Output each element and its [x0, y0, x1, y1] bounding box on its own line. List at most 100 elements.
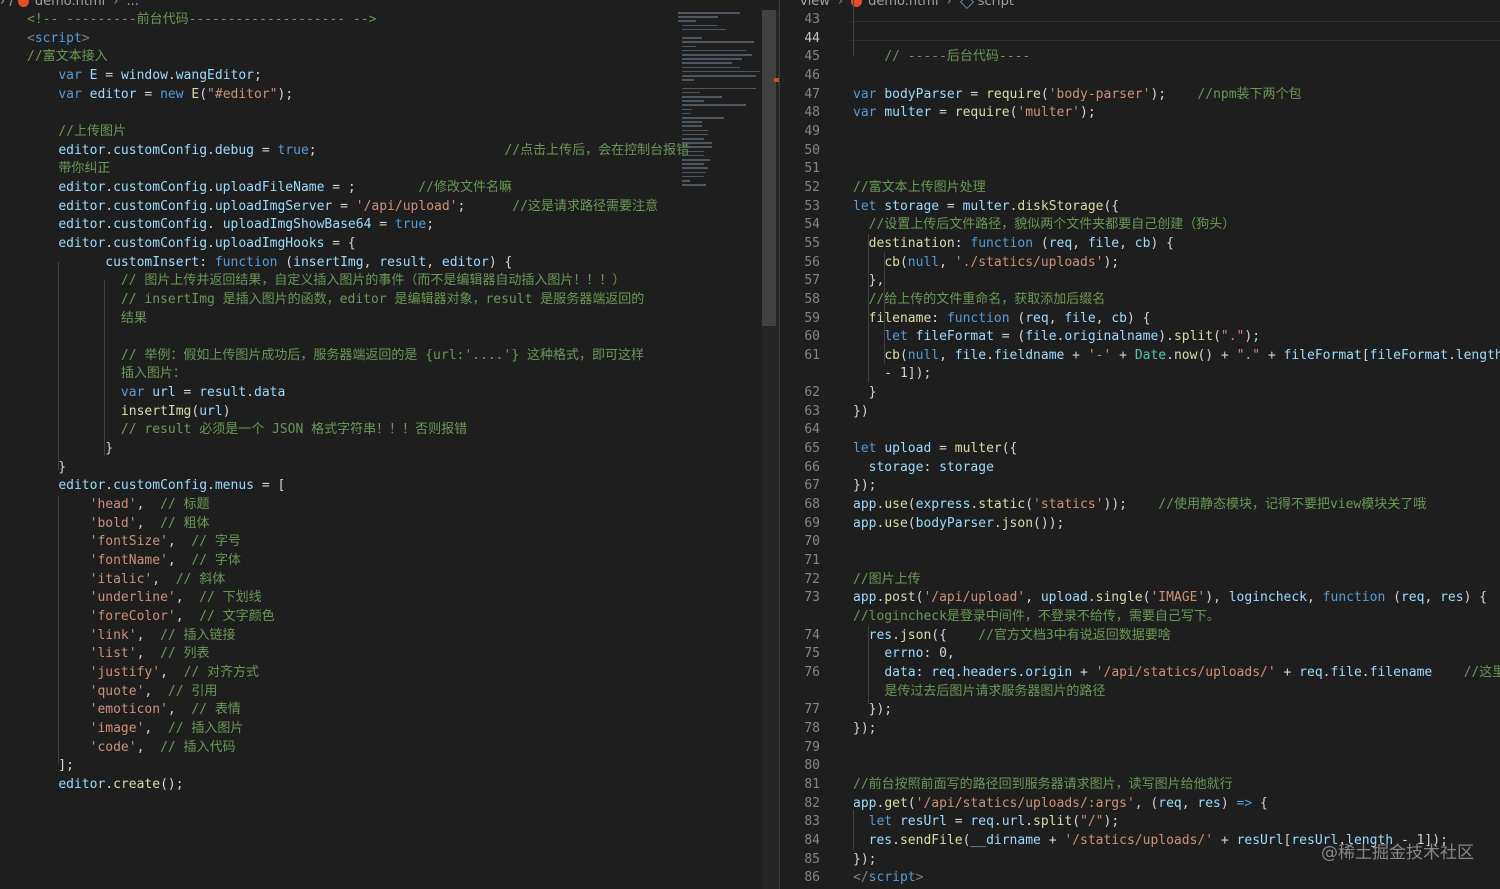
line-number[interactable]: 72 — [780, 571, 820, 590]
line-number[interactable]: 51 — [780, 160, 820, 179]
left-breadcrumb[interactable]: › / demo.html ›... — [0, 0, 139, 9]
code-line[interactable]: editor.customConfig. uploadImgShowBase64… — [0, 216, 762, 235]
code-line[interactable]: //上传图片 — [0, 123, 762, 142]
code-line[interactable]: // 举例：假如上传图片成功后，服务器端返回的是 {url:'....'} 这种… — [0, 347, 762, 366]
code-line[interactable]: 67}); — [780, 477, 1500, 496]
line-number[interactable]: 86 — [780, 869, 820, 888]
code-line[interactable]: 43 — [780, 11, 1500, 30]
code-line[interactable]: 46 — [780, 67, 1500, 86]
code-line[interactable]: 57 }, — [780, 272, 1500, 291]
left-editor-pane[interactable]: › / demo.html ›... <!-- ---------前台代码----… — [0, 0, 762, 889]
code-line[interactable]: 50 — [780, 142, 1500, 161]
code-line[interactable]: 73 app.post('/api/upload', upload.single(… — [780, 589, 1500, 608]
code-line[interactable]: 62 } — [780, 384, 1500, 403]
code-line[interactable]: customInsert: function (insertImg, resul… — [0, 254, 762, 273]
line-number[interactable]: 53 — [780, 198, 820, 217]
code-line[interactable]: 49 — [780, 123, 1500, 142]
line-number[interactable]: 62 — [780, 384, 820, 403]
line-number[interactable]: 80 — [780, 757, 820, 776]
code-line[interactable]: 54 //设置上传后文件路径，貌似两个文件夹都要自己创建（狗头） — [780, 216, 1500, 235]
code-line[interactable]: 'bold', // 粗体 — [0, 515, 762, 534]
code-line[interactable]: 86 </script> — [780, 869, 1500, 888]
code-line[interactable]: 80 — [780, 757, 1500, 776]
code-line[interactable]: //logincheck是登录中间件，不登录不给传，需要自己写下。 — [780, 608, 1500, 627]
line-number[interactable]: 74 — [780, 627, 820, 646]
code-line[interactable]: 68 app.use(express.static('statics')); //… — [780, 496, 1500, 515]
code-line[interactable]: 'justify', // 对齐方式 — [0, 664, 762, 683]
code-line[interactable]: 75 errno: 0, — [780, 645, 1500, 664]
breadcrumb-file[interactable]: demo.html — [35, 0, 105, 9]
code-line[interactable]: 'foreColor', // 文字颜色 — [0, 608, 762, 627]
code-line[interactable]: 82 app.get('/api/statics/uploads/:args', … — [780, 795, 1500, 814]
code-line[interactable]: 60 let fileFormat = (file.originalname).… — [780, 328, 1500, 347]
line-number[interactable]: 50 — [780, 142, 820, 161]
line-number[interactable]: 68 — [780, 496, 820, 515]
code-line[interactable]: 81 //前台按照前面写的路径回到服务器请求图片，读写图片给他就行 — [780, 776, 1500, 795]
code-line[interactable]: // insertImg 是插入图片的函数，editor 是编辑器对象，resu… — [0, 291, 762, 310]
line-number[interactable]: 83 — [780, 813, 820, 832]
code-line[interactable]: 'code', // 插入代码 — [0, 739, 762, 758]
code-line[interactable]: 64 — [780, 421, 1500, 440]
line-number[interactable]: 70 — [780, 533, 820, 552]
code-line[interactable]: 72 //图片上传 — [780, 571, 1500, 590]
code-line[interactable]: 52 //富文本上传图片处理 — [780, 179, 1500, 198]
code-line[interactable]: 结果 — [0, 310, 762, 329]
code-line[interactable]: var editor = new E("#editor"); — [0, 86, 762, 105]
line-number[interactable]: 54 — [780, 216, 820, 235]
line-number[interactable]: 60 — [780, 328, 820, 347]
code-line[interactable]: editor.customConfig.uploadImgHooks = { — [0, 235, 762, 254]
code-line[interactable]: 77 }); — [780, 701, 1500, 720]
line-number[interactable]: 48 — [780, 104, 820, 123]
breadcrumb-folder[interactable]: view — [800, 0, 830, 9]
line-number[interactable]: 78 — [780, 720, 820, 739]
code-line[interactable]: } — [0, 459, 762, 478]
code-line[interactable]: editor.create(); — [0, 776, 762, 795]
code-line[interactable]: 44 — [780, 30, 1500, 49]
code-line[interactable]: 56 cb(null, './statics/uploads'); — [780, 254, 1500, 273]
line-number[interactable]: 84 — [780, 832, 820, 851]
code-line[interactable]: 'italic', // 斜体 — [0, 571, 762, 590]
code-line[interactable]: <script> — [0, 30, 762, 49]
code-line[interactable]: 'underline', // 下划线 — [0, 589, 762, 608]
code-line[interactable]: 66 storage: storage — [780, 459, 1500, 478]
code-line[interactable]: 53 let storage = multer.diskStorage({ — [780, 198, 1500, 217]
code-line[interactable]: editor.customConfig.uploadFileName = ; /… — [0, 179, 762, 198]
code-line[interactable]: 47 var bodyParser = require('body-parser'… — [780, 86, 1500, 105]
code-line[interactable]: 'emoticon', // 表情 — [0, 701, 762, 720]
line-number[interactable]: 43 — [780, 11, 820, 30]
code-line[interactable]: 48 var multer = require('multer'); — [780, 104, 1500, 123]
code-line[interactable]: 65 let upload = multer({ — [780, 440, 1500, 459]
line-number[interactable]: 66 — [780, 459, 820, 478]
code-line[interactable]: 'image', // 插入图片 — [0, 720, 762, 739]
code-line[interactable]: 45 // -----后台代码---- — [780, 48, 1500, 67]
line-number[interactable]: 82 — [780, 795, 820, 814]
code-line[interactable]: var E = window.wangEditor; — [0, 67, 762, 86]
line-number[interactable]: 45 — [780, 48, 820, 67]
scrollbar-thumb[interactable] — [762, 10, 776, 326]
code-line[interactable]: 是传过去后图片请求服务器图片的路径 — [780, 683, 1500, 702]
code-line[interactable]: 51 — [780, 160, 1500, 179]
breadcrumb-more[interactable]: ... — [126, 0, 138, 9]
code-line[interactable]: 'list', // 列表 — [0, 645, 762, 664]
code-line[interactable]: // result 必须是一个 JSON 格式字符串！！！否则报错 — [0, 421, 762, 440]
code-line[interactable]: 'fontName', // 字体 — [0, 552, 762, 571]
line-number[interactable]: 81 — [780, 776, 820, 795]
line-number[interactable]: 56 — [780, 254, 820, 273]
code-line[interactable]: var url = result.data — [0, 384, 762, 403]
code-line[interactable]: 55 destination: function (req, file, cb)… — [780, 235, 1500, 254]
breadcrumb-symbol[interactable]: script — [978, 0, 1014, 9]
code-line[interactable]: //富文本接入 — [0, 48, 762, 67]
code-line[interactable]: 61 cb(null, file.fieldname + '-' + Date.… — [780, 347, 1500, 366]
code-line[interactable]: editor.customConfig.uploadImgServer = '/… — [0, 198, 762, 217]
code-line[interactable]: 'quote', // 引用 — [0, 683, 762, 702]
left-scrollbar[interactable] — [762, 10, 780, 889]
right-editor-pane[interactable]: view › demo.html › script 43 44 45 // -----后台代… — [780, 0, 1500, 889]
line-number[interactable]: 49 — [780, 123, 820, 142]
line-number[interactable]: 76 — [780, 664, 820, 683]
code-line[interactable]: // 图片上传并返回结果，自定义插入图片的事件（而不是编辑器自动插入图片！！！） — [0, 272, 762, 291]
code-line[interactable]: 58 //给上传的文件重命名，获取添加后缀名 — [780, 291, 1500, 310]
code-line[interactable]: 71 — [780, 552, 1500, 571]
line-number[interactable]: 59 — [780, 310, 820, 329]
code-line[interactable]: editor.customConfig.menus = [ — [0, 477, 762, 496]
line-number[interactable]: 61 — [780, 347, 820, 366]
